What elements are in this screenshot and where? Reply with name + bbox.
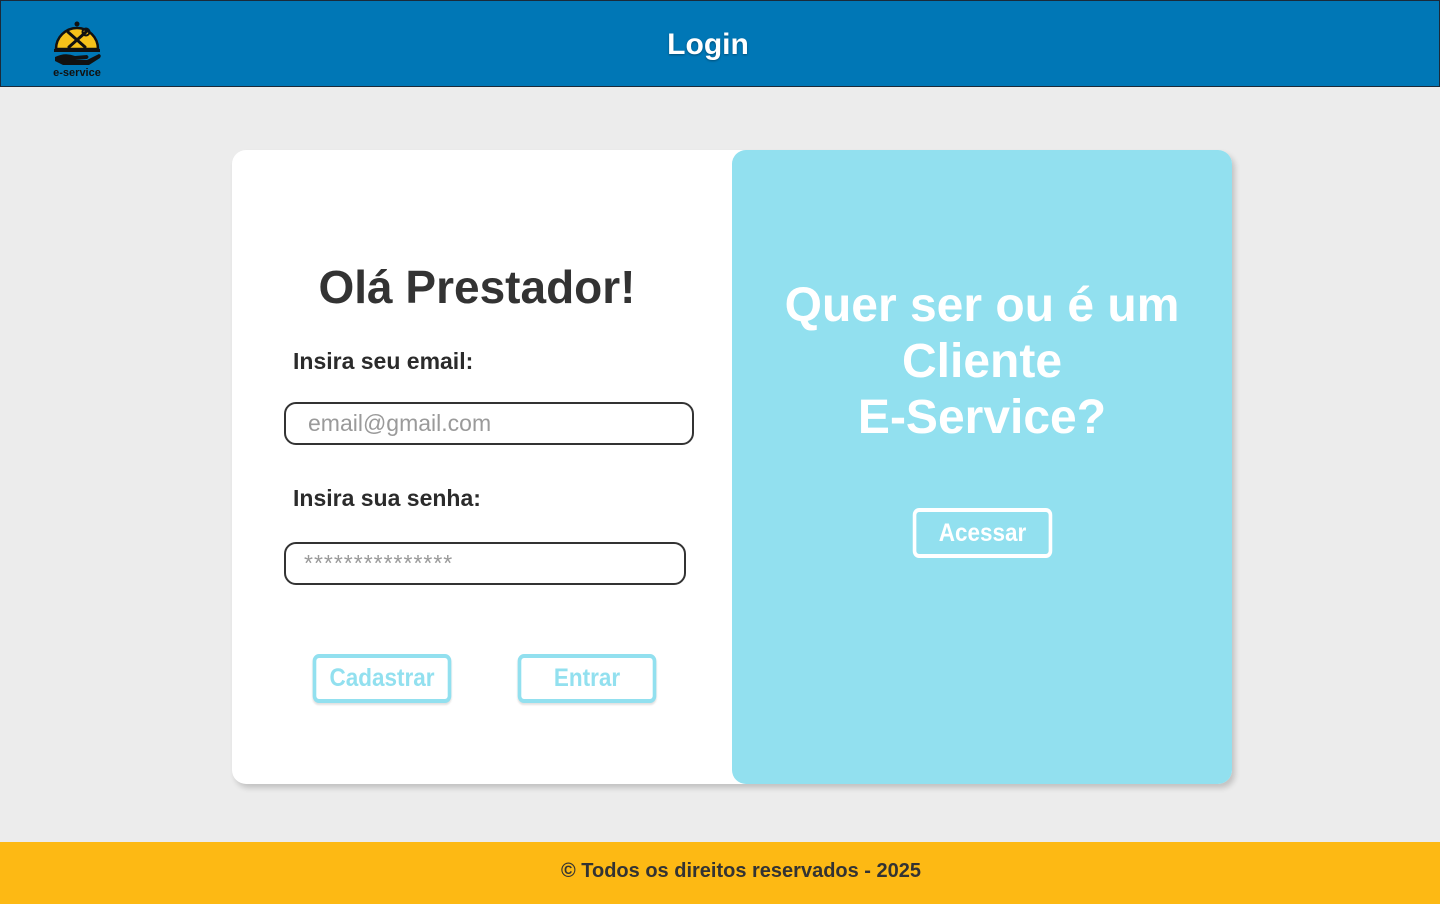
greeting-heading: Olá Prestador! [318,261,636,313]
email-label: Insira seu email: [293,348,474,374]
access-button[interactable]: Acessar [912,508,1053,558]
page-title: Login [667,28,749,61]
login-card: Olá Prestador! Insira seu email: Insira … [232,150,1232,784]
email-input[interactable] [284,402,694,445]
password-label: Insira sua senha: [293,485,481,511]
footer: © Todos os direitos reservados - 2025 [0,842,1440,904]
copyright-text: © Todos os direitos reservados - 2025 [560,860,922,882]
client-promo-text: Quer ser ou é um Cliente E-Service? [772,278,1192,446]
logo-text: e-service [53,67,101,79]
password-input[interactable] [284,542,686,585]
client-promo-panel: Quer ser ou é um Cliente E-Service? Aces… [732,150,1232,784]
register-button[interactable]: Cadastrar [312,654,452,703]
promo-line-1: Quer ser ou é um [784,279,1180,332]
top-header: e-service Login [0,0,1440,87]
promo-line-2: Cliente [901,335,1063,388]
promo-line-3: E-Service? [857,391,1107,444]
login-button[interactable]: Entrar [517,654,657,703]
